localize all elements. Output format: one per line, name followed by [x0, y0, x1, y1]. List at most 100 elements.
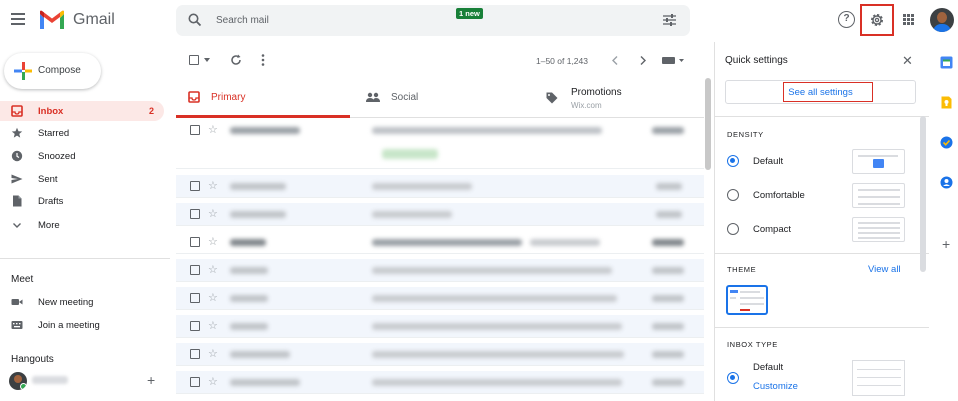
star-toggle-icon[interactable]: ☆ [208, 179, 218, 192]
row-checkbox[interactable] [190, 265, 200, 275]
tab-primary[interactable]: Primary [176, 78, 350, 118]
settings-button[interactable] [860, 4, 894, 36]
star-toggle-icon[interactable]: ☆ [208, 375, 218, 388]
email-row[interactable]: ☆ [176, 343, 704, 366]
density-option-label[interactable]: Default [753, 156, 783, 167]
density-option-label[interactable]: Comfortable [753, 190, 805, 201]
hangouts-user-name[interactable] [32, 376, 68, 384]
star-toggle-icon[interactable]: ☆ [208, 319, 218, 332]
email-row[interactable]: ☆ [176, 203, 704, 226]
inbox-type-preview[interactable] [852, 360, 905, 396]
view-all-themes-link[interactable]: View all [868, 264, 901, 275]
close-icon[interactable]: ✕ [902, 53, 913, 69]
get-addons-icon[interactable]: + [942, 236, 950, 252]
select-dropdown-icon[interactable] [204, 58, 210, 62]
select-all-checkbox[interactable] [189, 55, 199, 65]
inbox-type-default-radio[interactable] [727, 372, 739, 384]
density-default-radio[interactable] [727, 155, 739, 167]
app-name[interactable]: Gmail [73, 11, 115, 29]
clock-icon [11, 150, 23, 162]
app-header: Gmail Search mail ? [0, 0, 958, 42]
google-apps-icon[interactable] [903, 14, 915, 26]
sidebar-item-sent[interactable]: Sent [0, 169, 164, 189]
row-checkbox[interactable] [190, 125, 200, 135]
inbox-type-heading: INBOX TYPE [727, 340, 778, 349]
sidebar-item-join-meeting[interactable]: Join a meeting [0, 315, 164, 335]
email-row[interactable]: ☆ [176, 259, 704, 282]
email-row[interactable]: ☆ [176, 287, 704, 310]
contacts-icon[interactable] [940, 176, 953, 189]
sidebar-item-drafts[interactable]: Drafts [0, 191, 164, 211]
inbox-icon [188, 91, 200, 103]
previous-page-icon[interactable] [612, 56, 618, 65]
promotions-sender: Wix.com [571, 101, 602, 110]
inbox-scrollbar[interactable] [705, 78, 711, 170]
customize-inbox-link[interactable]: Customize [753, 381, 798, 392]
sidebar-item-label: New meeting [38, 297, 94, 308]
star-toggle-icon[interactable]: ☆ [208, 235, 218, 248]
email-attachment-chip[interactable] [382, 149, 438, 159]
density-compact-radio[interactable] [727, 223, 739, 235]
email-time [652, 323, 684, 330]
row-checkbox[interactable] [190, 321, 200, 331]
row-checkbox[interactable] [190, 209, 200, 219]
density-compact-preview[interactable] [852, 217, 905, 242]
theme-heading: THEME [727, 265, 757, 274]
email-row[interactable]: ☆ [176, 119, 704, 169]
star-toggle-icon[interactable]: ☆ [208, 207, 218, 220]
email-row[interactable]: ☆ [176, 231, 704, 254]
row-checkbox[interactable] [190, 237, 200, 247]
sidebar-item-more[interactable]: More [0, 215, 164, 235]
main-menu-icon[interactable] [11, 13, 25, 27]
add-hangout-icon[interactable]: + [147, 372, 155, 388]
email-time [652, 295, 684, 302]
panel-divider [715, 116, 929, 117]
gmail-logo-icon[interactable] [38, 10, 66, 30]
email-row[interactable]: ☆ [176, 175, 704, 198]
search-icon[interactable] [188, 13, 202, 27]
sidebar-item-new-meeting[interactable]: New meeting [0, 292, 164, 312]
sidebar-item-starred[interactable]: Starred [0, 123, 164, 143]
density-comfortable-preview[interactable] [852, 183, 905, 208]
tasks-icon[interactable] [940, 136, 953, 149]
email-row[interactable]: ☆ [176, 371, 704, 394]
inbox-type-option-label[interactable]: Default [753, 362, 783, 373]
sidebar-item-snoozed[interactable]: Snoozed [0, 146, 164, 166]
search-bar[interactable]: Search mail [176, 5, 690, 36]
density-default-preview[interactable] [852, 149, 905, 174]
keep-icon[interactable] [940, 96, 953, 109]
email-time [652, 379, 684, 386]
row-checkbox[interactable] [190, 377, 200, 387]
email-row[interactable]: ☆ [176, 315, 704, 338]
quick-settings-scrollbar[interactable] [920, 116, 926, 272]
next-page-icon[interactable] [640, 56, 646, 65]
tag-icon [546, 92, 558, 104]
account-avatar[interactable] [930, 8, 954, 32]
email-sender [230, 295, 268, 302]
hangouts-user-avatar[interactable] [9, 372, 27, 390]
search-placeholder[interactable]: Search mail [216, 15, 269, 26]
calendar-icon[interactable] [940, 56, 953, 69]
row-checkbox[interactable] [190, 349, 200, 359]
density-comfortable-radio[interactable] [727, 189, 739, 201]
help-icon[interactable]: ? [838, 11, 855, 28]
email-sender [230, 379, 300, 386]
row-checkbox[interactable] [190, 181, 200, 191]
search-options-icon[interactable] [663, 14, 676, 26]
star-toggle-icon[interactable]: ☆ [208, 347, 218, 360]
star-toggle-icon[interactable]: ☆ [208, 291, 218, 304]
theme-default-thumbnail[interactable] [726, 285, 768, 315]
input-tools-icon[interactable] [662, 56, 686, 65]
compose-button[interactable]: Compose [4, 53, 101, 89]
sidebar-item-inbox[interactable]: Inbox 2 [0, 101, 164, 121]
density-option-label[interactable]: Compact [753, 224, 791, 235]
more-options-icon[interactable] [261, 54, 265, 66]
star-toggle-icon[interactable]: ☆ [208, 263, 218, 276]
star-toggle-icon[interactable]: ☆ [208, 123, 218, 136]
gear-icon[interactable] [869, 12, 885, 28]
see-all-settings-button[interactable]: See all settings [725, 80, 916, 104]
tab-social[interactable]: Social [351, 78, 527, 118]
tab-promotions[interactable]: Promotions Wix.com [527, 78, 704, 118]
refresh-icon[interactable] [230, 54, 242, 66]
row-checkbox[interactable] [190, 293, 200, 303]
